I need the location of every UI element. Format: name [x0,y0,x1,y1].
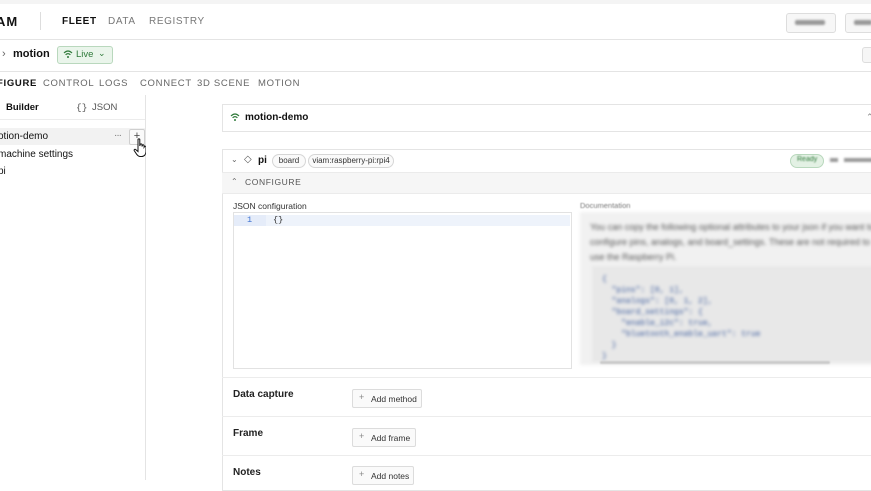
tab-connect[interactable]: CONNECT [140,78,192,89]
collapse-chevron-icon[interactable]: ⌄ [231,155,238,164]
top-strip [0,0,871,4]
frame-label: Frame [233,428,264,439]
sidebar-item-motion-demo[interactable]: otion-demo [0,131,48,142]
sidebar-tab-json[interactable]: JSON [92,102,117,113]
machine-bar [0,39,871,72]
top-right-button-2[interactable] [845,13,871,33]
sidebar-tab-builder[interactable]: Builder [6,102,39,113]
json-code-text[interactable]: {} [273,215,283,225]
live-status-label: Live [76,49,94,60]
component-type-badge: board [272,154,306,168]
json-editor[interactable] [233,212,572,369]
documentation-scrollbar[interactable] [600,361,830,364]
viam-logo[interactable]: AM [0,14,18,29]
machine-card-chevron-icon[interactable]: ⌃ [866,112,871,123]
nav-link-registry[interactable]: REGISTRY [149,16,205,27]
tab-logs[interactable]: LOGS [99,78,128,89]
logo-divider [40,12,41,30]
machine-name: motion [13,48,50,60]
sidebar-tabs-divider [0,119,145,120]
machine-menu-button[interactable] [862,47,871,63]
add-method-label: Add method [371,394,417,404]
add-notes-button[interactable]: + Add notes [352,466,414,485]
tab-configure[interactable]: FIGURE [0,78,37,89]
status-badge: Ready [790,154,824,168]
top-right-button[interactable] [786,13,836,33]
documentation-code-sample: { "pins": [0, 1], "analogs": [0, 1, 2], … [592,266,871,362]
breadcrumb-chevron-icon: › [2,48,6,60]
add-method-button[interactable]: + Add method [352,389,422,408]
add-frame-label: Add frame [371,433,411,443]
live-status-dropdown[interactable]: Live ⌄ [57,46,113,64]
section-divider [222,416,871,417]
configure-section-label: CONFIGURE [245,177,302,187]
documentation-label: Documentation [580,201,631,210]
nav-link-data[interactable]: DATA [108,16,136,27]
machine-signal-icon [230,112,240,125]
section-divider [222,377,871,378]
tab-control[interactable]: CONTROL [43,78,94,89]
configure-section-bar[interactable] [222,172,871,194]
sidebar-item-machine-settings[interactable]: machine settings [0,149,73,160]
documentation-text: You can copy the following optional attr… [590,222,871,262]
tab-motion[interactable]: MOTION [258,78,300,89]
header-action-icon[interactable] [830,158,838,162]
braces-icon: {} [76,102,88,113]
active-line-highlight [234,215,570,226]
component-name: pi [258,155,267,166]
live-signal-icon [63,49,73,62]
tabs-bar [0,71,871,96]
notes-label: Notes [233,467,261,478]
nav-link-fleet[interactable]: FLEET [62,16,97,27]
expand-collapse-icon[interactable]: ⌃ [231,177,238,186]
machine-card-title: motion-demo [245,112,309,123]
more-options-icon[interactable]: ··· [114,130,122,141]
plus-icon: + [359,392,365,402]
machine-card [222,104,871,132]
plus-icon: + [359,469,365,479]
json-configuration-label: JSON configuration [233,201,307,211]
chevron-down-icon: ⌄ [98,48,106,58]
plus-icon: + [359,431,365,441]
component-model-badge: viam:raspberry-pi:rpi4 [308,154,394,168]
data-capture-label: Data capture [233,389,294,400]
line-number: 1 [247,215,253,225]
board-diamond-icon: ◇ [244,154,252,165]
section-divider [222,455,871,456]
documentation-panel: You can copy the following optional attr… [580,212,871,365]
add-frame-button[interactable]: + Add frame [352,428,416,447]
header-action-label[interactable] [844,158,871,162]
sidebar-item-pi[interactable]: pi [0,166,6,177]
tab-3d-scene[interactable]: 3D SCENE [197,78,250,89]
